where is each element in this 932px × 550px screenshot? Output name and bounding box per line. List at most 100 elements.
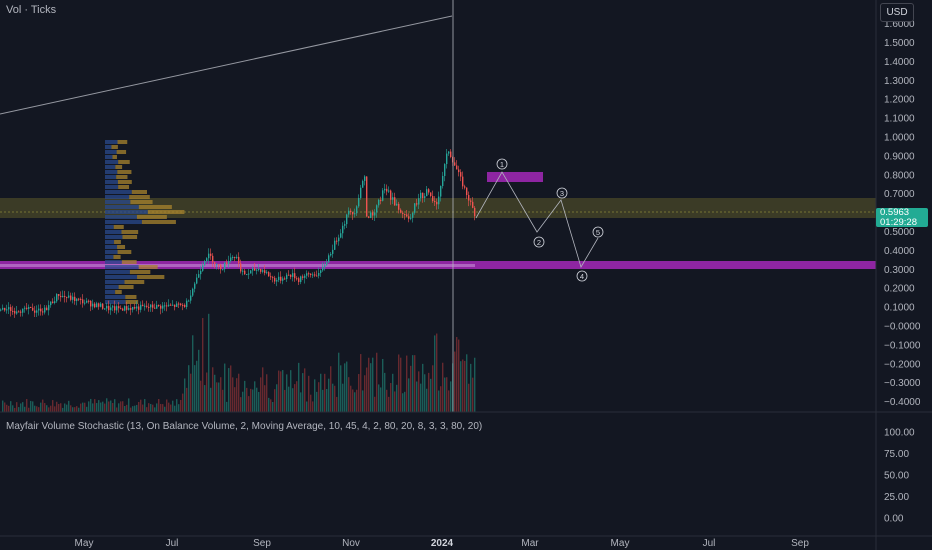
volume-bar bbox=[48, 407, 50, 412]
volume-profile-bar bbox=[137, 275, 165, 279]
volume-bar bbox=[224, 363, 226, 412]
volume-bar bbox=[96, 403, 98, 412]
volume-bar bbox=[64, 403, 66, 412]
chart-canvas[interactable]: 12345 1.60001.50001.40001.30001.20001.10… bbox=[0, 0, 932, 550]
candle-body bbox=[468, 195, 470, 201]
currency-button[interactable]: USD bbox=[880, 3, 914, 22]
candle-body bbox=[166, 305, 168, 307]
volume-bar bbox=[32, 401, 34, 412]
candle-body bbox=[2, 307, 4, 310]
candle-body bbox=[282, 278, 284, 281]
volume-bar bbox=[358, 374, 360, 412]
candle-body bbox=[338, 237, 340, 242]
candle-body bbox=[108, 305, 110, 311]
volume-bar bbox=[120, 401, 122, 412]
volume-bar bbox=[168, 402, 170, 412]
volume-bar bbox=[218, 382, 220, 412]
candle-body bbox=[184, 304, 186, 307]
candle-body bbox=[80, 298, 82, 300]
volume-bar bbox=[8, 405, 10, 412]
volume-bar bbox=[440, 386, 442, 412]
volume-bar bbox=[178, 404, 180, 412]
candle-body bbox=[94, 303, 96, 308]
volume-bar bbox=[222, 389, 224, 412]
volume-bar bbox=[174, 405, 176, 412]
volume-bar bbox=[114, 399, 116, 412]
volume-bar bbox=[444, 377, 446, 412]
volume-bar bbox=[40, 402, 42, 412]
candle-body bbox=[8, 307, 10, 310]
price-countdown: 01:29:28 bbox=[880, 216, 917, 228]
candle-body bbox=[454, 162, 456, 166]
candle-body bbox=[196, 277, 198, 284]
volume-profile-bar bbox=[118, 160, 130, 164]
candle-body bbox=[82, 299, 84, 304]
candle-body bbox=[86, 300, 88, 303]
candle-body bbox=[438, 196, 440, 205]
volume-bar bbox=[330, 366, 332, 412]
volume-bar bbox=[22, 402, 24, 412]
candle-body bbox=[204, 261, 206, 266]
candle-body bbox=[152, 304, 154, 308]
candle-body bbox=[262, 270, 264, 272]
volume-bar bbox=[198, 349, 200, 412]
candle-body bbox=[234, 256, 236, 258]
candle-body bbox=[170, 304, 172, 306]
volume-bar bbox=[116, 407, 118, 412]
volume-bar bbox=[156, 403, 158, 412]
volume-profile-bar bbox=[115, 290, 122, 294]
candle-body bbox=[292, 273, 294, 277]
volume-bar bbox=[206, 372, 208, 412]
candle-body bbox=[414, 203, 416, 213]
indicator-legend-label[interactable]: Mayfair Volume Stochastic (13, On Balanc… bbox=[6, 421, 482, 432]
indicator-axis-label: 25.00 bbox=[884, 492, 909, 503]
volume-bar bbox=[42, 399, 44, 412]
candle-body bbox=[72, 296, 74, 300]
candle-body bbox=[228, 261, 230, 265]
candle-body bbox=[310, 273, 312, 276]
volume-bar bbox=[226, 401, 228, 412]
candle-body bbox=[176, 303, 178, 307]
volume-bar bbox=[256, 387, 258, 412]
volume-bar bbox=[60, 403, 62, 412]
volume-bar bbox=[62, 407, 64, 412]
volume-bar bbox=[364, 375, 366, 412]
volume-profile-bar bbox=[129, 270, 151, 274]
volume-bar bbox=[370, 363, 372, 412]
candle-body bbox=[66, 296, 68, 298]
volume-bar bbox=[436, 333, 438, 412]
price-axis-label: 0.2000 bbox=[884, 284, 915, 295]
candle-body bbox=[238, 256, 240, 264]
volume-bar bbox=[326, 388, 328, 412]
candle-body bbox=[68, 295, 70, 298]
volume-profile-bar bbox=[105, 155, 113, 159]
volume-bar bbox=[50, 405, 52, 412]
volume-profile-bar bbox=[113, 225, 124, 229]
candle-body bbox=[426, 189, 428, 197]
candle-body bbox=[328, 255, 330, 263]
candle-body bbox=[218, 263, 220, 265]
volume-bar bbox=[428, 372, 430, 412]
candle-body bbox=[154, 307, 156, 309]
volume-bar bbox=[6, 404, 8, 412]
volume-bar bbox=[16, 402, 18, 412]
candle-body bbox=[10, 307, 12, 311]
volume-bar bbox=[404, 391, 406, 412]
volume-bar bbox=[468, 383, 470, 412]
volume-bar bbox=[422, 363, 424, 412]
candle-body bbox=[344, 224, 346, 226]
candle-body bbox=[304, 275, 306, 278]
candle-body bbox=[38, 308, 40, 311]
volume-legend-label[interactable]: Vol · Ticks bbox=[6, 4, 56, 16]
candle-body bbox=[202, 265, 204, 271]
candle-body bbox=[32, 307, 34, 311]
volume-bar bbox=[410, 365, 412, 412]
volume-bar bbox=[462, 359, 464, 412]
candle-body bbox=[20, 311, 22, 313]
candle-body bbox=[300, 276, 302, 283]
volume-bar bbox=[270, 399, 272, 412]
volume-bar bbox=[78, 407, 80, 412]
volume-bar bbox=[324, 373, 326, 412]
candle-body bbox=[260, 268, 262, 272]
candle-body bbox=[140, 304, 142, 310]
